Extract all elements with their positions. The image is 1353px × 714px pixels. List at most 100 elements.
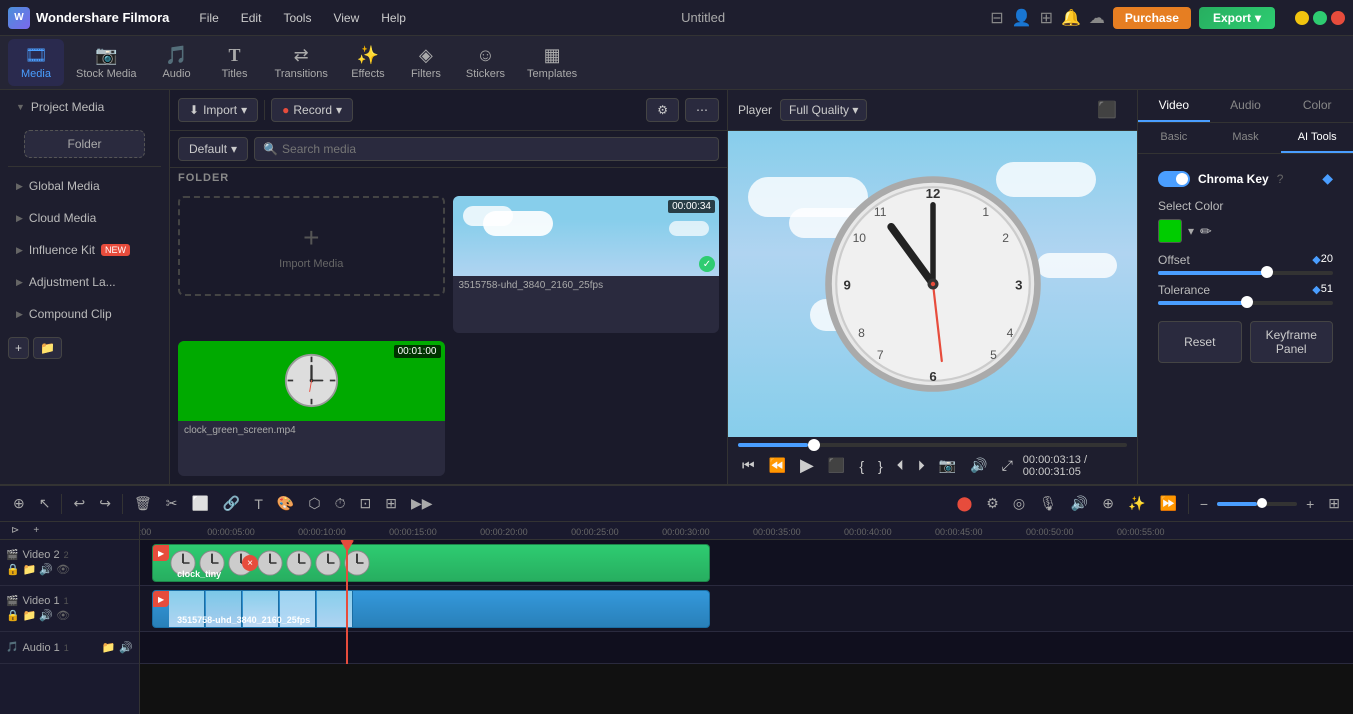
- sidebar-item-influence-kit[interactable]: ▶ Influence Kit NEW: [4, 235, 165, 265]
- fullscreen-button[interactable]: ⬛: [1087, 96, 1127, 124]
- cut-button[interactable]: ✂: [161, 492, 183, 515]
- transform-button[interactable]: ⬡: [303, 492, 325, 515]
- filter-button[interactable]: ⚙: [646, 98, 679, 122]
- fullscreen2-button[interactable]: ⊞: [380, 492, 402, 515]
- media-item-clock[interactable]: 00:01:00 clock_green_screen.mp4: [178, 341, 445, 477]
- undo-button[interactable]: ↩: [68, 492, 90, 515]
- add-track-button[interactable]: +: [8, 337, 29, 359]
- speed2-button[interactable]: ⏩: [1154, 492, 1181, 515]
- menu-view[interactable]: View: [323, 7, 369, 29]
- video-clip-v1[interactable]: ▶ 3515758-uhd_3840_2160_25fps: [152, 590, 710, 628]
- effect-button[interactable]: ✨: [1123, 492, 1150, 515]
- toolbar-item-titles[interactable]: T Titles: [207, 39, 263, 86]
- apps-icon[interactable]: ⊞: [1040, 8, 1053, 28]
- add-marker-header-button[interactable]: +: [28, 522, 44, 539]
- snap-to-playhead-button[interactable]: ⊳: [6, 522, 24, 539]
- speaker-button[interactable]: 🔊: [966, 455, 991, 476]
- delete-button[interactable]: 🗑: [129, 492, 157, 515]
- toolbar-item-effects[interactable]: ✨ Effects: [340, 39, 396, 86]
- zoom-out-button[interactable]: −: [1195, 493, 1213, 515]
- redo-button[interactable]: ↪: [94, 492, 116, 515]
- export-button[interactable]: Export ▾: [1199, 7, 1275, 29]
- speed-button[interactable]: ⏱: [330, 492, 351, 515]
- toolbar-item-media[interactable]: 🎞 Media: [8, 39, 64, 86]
- mark-out-button[interactable]: }: [874, 456, 887, 476]
- fit-button[interactable]: ⤢: [998, 455, 1017, 476]
- toolbar-item-stickers[interactable]: ☺ Stickers: [456, 39, 515, 86]
- more-tools-button[interactable]: ▶▶: [406, 492, 438, 515]
- cloud-icon[interactable]: ☁: [1089, 8, 1105, 28]
- purchase-button[interactable]: Purchase: [1113, 7, 1191, 29]
- audio-snap-button[interactable]: 🔊: [1066, 492, 1093, 515]
- video1-lock-button[interactable]: 🔒: [6, 609, 20, 622]
- add-track-timeline-button[interactable]: ⊕: [8, 492, 30, 515]
- marker-button[interactable]: ◎: [1008, 492, 1030, 515]
- menu-edit[interactable]: Edit: [231, 7, 272, 29]
- step-back-button[interactable]: ⏪: [765, 455, 790, 476]
- toolbar-item-audio[interactable]: 🎵 Audio: [149, 39, 205, 86]
- window-minimize-button[interactable]: [1295, 11, 1309, 25]
- add-folder-button[interactable]: 📁: [33, 337, 62, 359]
- video2-audio-button[interactable]: 🔊: [39, 563, 53, 576]
- window-maximize-button[interactable]: [1313, 11, 1327, 25]
- mark-in-button[interactable]: {: [855, 456, 868, 476]
- default-view-button[interactable]: Default ▾: [178, 137, 248, 161]
- sub-tab-ai-tools[interactable]: AI Tools: [1281, 123, 1353, 153]
- crop2-button[interactable]: ⊡: [354, 492, 376, 515]
- tolerance-keyframe-icon[interactable]: ◆: [1312, 283, 1320, 297]
- toolbar-item-templates[interactable]: ▦ Templates: [517, 39, 587, 86]
- video2-lock-button[interactable]: 🔒: [6, 563, 20, 576]
- snapshot-button[interactable]: 📷: [935, 455, 960, 476]
- color-dropdown-icon[interactable]: ▾: [1188, 224, 1194, 238]
- video2-eye-button[interactable]: 👁: [56, 563, 70, 576]
- video-clip-v2[interactable]: ▶ ×: [152, 544, 710, 582]
- tab-video[interactable]: Video: [1138, 90, 1210, 122]
- sidebar-item-cloud-media[interactable]: ▶ Cloud Media: [4, 203, 165, 233]
- toolbar-item-transitions[interactable]: ⇄ Transitions: [265, 39, 338, 86]
- toolbar-item-filters[interactable]: ◈ Filters: [398, 39, 454, 86]
- sub-tab-basic[interactable]: Basic: [1138, 123, 1210, 153]
- audio-detach-button[interactable]: 🔗: [218, 492, 245, 515]
- timeline-layout-button[interactable]: ⊞: [1323, 492, 1345, 515]
- offset-slider[interactable]: [1158, 271, 1333, 275]
- timeline-settings-button[interactable]: ⚙: [981, 492, 1004, 515]
- record-button[interactable]: ● Record ▾: [271, 98, 353, 122]
- video1-audio-button[interactable]: 🔊: [39, 609, 53, 622]
- zoom-slider[interactable]: [1217, 502, 1297, 506]
- seek-bar[interactable]: [738, 443, 1127, 447]
- person-icon[interactable]: 👤: [1012, 8, 1032, 28]
- sidebar-item-compound-clip[interactable]: ▶ Compound Clip: [4, 299, 165, 329]
- tab-audio[interactable]: Audio: [1210, 90, 1282, 122]
- toolbar-item-stock-media[interactable]: 📷 Stock Media: [66, 39, 147, 86]
- more-options-button[interactable]: ⋯: [685, 98, 719, 122]
- select-tool-button[interactable]: ↖: [34, 492, 56, 515]
- sidebar-item-project-media[interactable]: ▼ Project Media: [4, 92, 165, 122]
- color-grading-button[interactable]: 🎨: [272, 492, 299, 515]
- sidebar-item-global-media[interactable]: ▶ Global Media: [4, 171, 165, 201]
- keyframe-diamond-icon[interactable]: ◆: [1322, 170, 1333, 187]
- folder-button[interactable]: Folder: [24, 130, 145, 158]
- quality-select[interactable]: Full Quality ▾: [780, 99, 867, 121]
- minimize-window-icon[interactable]: ⊟: [990, 8, 1003, 28]
- reset-button[interactable]: Reset: [1158, 321, 1242, 363]
- video2-folder-button[interactable]: 📁: [23, 563, 37, 576]
- audio1-folder-button[interactable]: 📁: [102, 641, 116, 654]
- prev-frame-button[interactable]: ⏴: [893, 455, 908, 476]
- zoom-in-button[interactable]: +: [1301, 493, 1319, 515]
- tab-color[interactable]: Color: [1281, 90, 1353, 122]
- video1-eye-button[interactable]: 👁: [56, 609, 70, 622]
- eyedropper-button[interactable]: ✏: [1200, 223, 1212, 240]
- motion-track-button[interactable]: ⊕: [1097, 492, 1119, 515]
- offset-keyframe-icon[interactable]: ◆: [1312, 253, 1320, 267]
- color-swatch[interactable]: [1158, 219, 1182, 243]
- notification-icon[interactable]: 🔔: [1061, 8, 1081, 28]
- menu-file[interactable]: File: [189, 7, 228, 29]
- tolerance-slider[interactable]: [1158, 301, 1333, 305]
- sidebar-item-adjustment[interactable]: ▶ Adjustment La...: [4, 267, 165, 297]
- microphone-button[interactable]: 🎙: [1034, 492, 1062, 515]
- import-media-button[interactable]: + Import Media: [178, 196, 445, 296]
- search-input[interactable]: [282, 142, 710, 156]
- window-close-button[interactable]: [1331, 11, 1345, 25]
- play-button[interactable]: ▶: [796, 453, 818, 478]
- chroma-key-toggle[interactable]: [1158, 171, 1190, 187]
